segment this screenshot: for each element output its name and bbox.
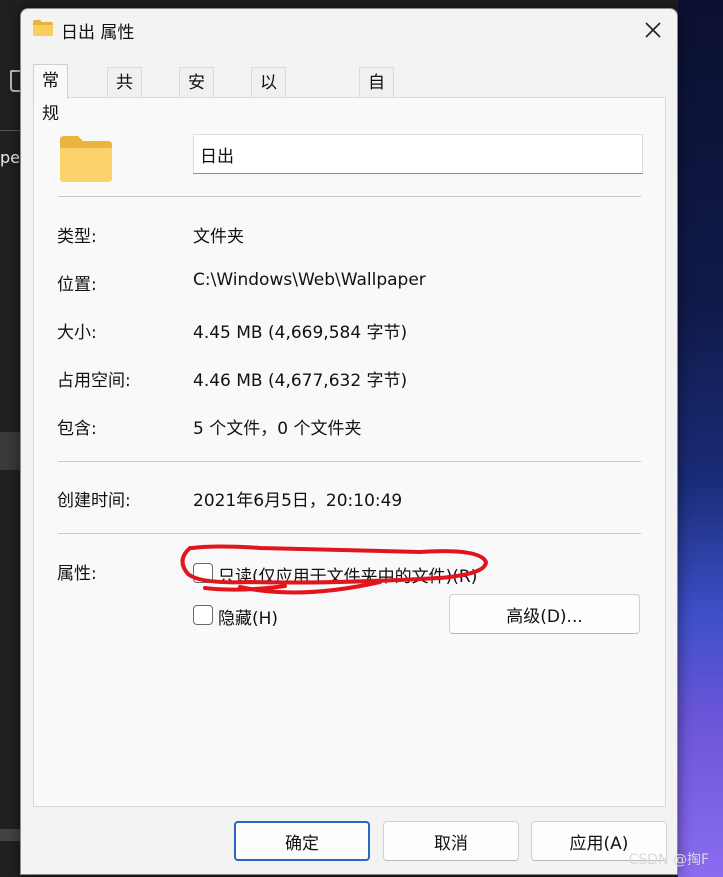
general-panel: 类型: 文件夹 位置: C:\Windows\Web\Wallpaper 大小:…: [33, 97, 666, 807]
folder-name-input[interactable]: [193, 134, 643, 174]
divider: [58, 196, 641, 197]
location-label: 位置:: [57, 275, 97, 295]
watermark: CSDN @掏F: [628, 852, 709, 868]
background-highlight: [0, 432, 22, 470]
tab-customize[interactable]: 自定义: [359, 67, 394, 155]
created-value: 2021年6月5日，20:10:49: [193, 491, 403, 511]
properties-dialog: 日出 属性 常规 共享 安全 以前的版本 自定义 类型: 文件夹 位置: C:\…: [20, 8, 678, 875]
contains-label: 包含:: [57, 419, 97, 439]
size-on-disk-value: 4.46 MB (4,677,632 字节): [193, 371, 408, 391]
desktop-wallpaper-edge: [678, 0, 723, 877]
hidden-checkbox[interactable]: [193, 605, 213, 625]
divider: [0, 130, 22, 131]
ok-button[interactable]: 确定: [234, 821, 370, 861]
attributes-label: 属性:: [57, 564, 97, 584]
contains-value: 5 个文件，0 个文件夹: [193, 419, 362, 439]
close-icon: [645, 22, 661, 38]
cancel-button[interactable]: 取消: [383, 821, 519, 861]
close-button[interactable]: [635, 15, 671, 45]
folder-icon: [60, 136, 112, 182]
size-value: 4.45 MB (4,669,584 字节): [193, 323, 408, 343]
readonly-checkbox[interactable]: [193, 563, 213, 583]
folder-icon: [33, 20, 53, 36]
tab-previous-versions[interactable]: 以前的版本: [251, 67, 286, 217]
location-value: C:\Windows\Web\Wallpaper: [193, 270, 426, 290]
tab-security[interactable]: 安全: [179, 67, 214, 124]
type-label: 类型:: [57, 227, 97, 247]
advanced-button[interactable]: 高级(D)...: [449, 594, 640, 634]
tab-general[interactable]: 常规: [33, 64, 68, 124]
tab-sharing[interactable]: 共享: [107, 67, 142, 124]
window-title: 日出 属性: [61, 23, 135, 43]
type-value: 文件夹: [193, 227, 244, 247]
divider: [58, 461, 641, 462]
desktop-left-strip: per: [0, 0, 27, 877]
background-scroll: [0, 829, 22, 841]
created-label: 创建时间:: [57, 491, 131, 511]
readonly-label[interactable]: 只读(仅应用于文件夹中的文件)(R): [218, 562, 477, 587]
size-label: 大小:: [57, 323, 97, 343]
hidden-label[interactable]: 隐藏(H): [218, 604, 278, 629]
title-bar: 日出 属性: [21, 9, 677, 49]
size-on-disk-label: 占用空间:: [57, 371, 131, 391]
divider: [58, 533, 641, 534]
